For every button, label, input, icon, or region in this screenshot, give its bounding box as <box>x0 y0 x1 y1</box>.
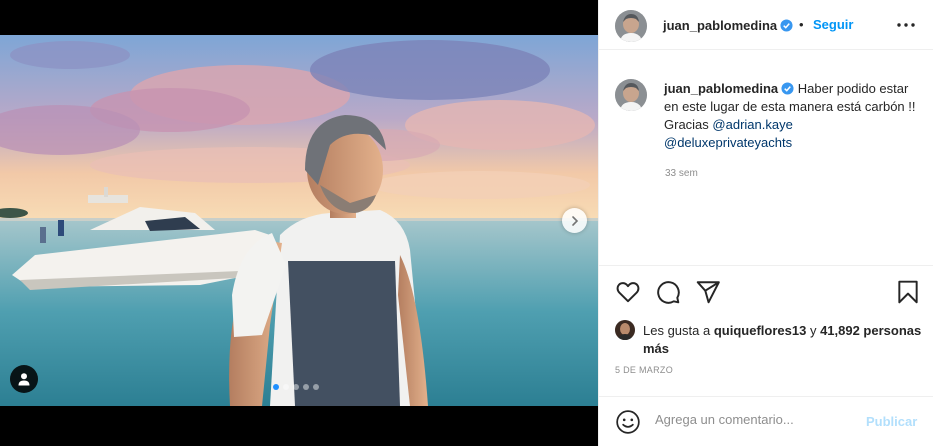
heart-icon <box>616 282 640 303</box>
caption-mention[interactable]: @adrian.kaye <box>712 117 792 132</box>
emoji-icon <box>616 410 640 434</box>
follow-button[interactable]: Seguir <box>813 17 853 32</box>
post-sidebar: juan_pablomedina • Seguir juan_pablomedi… <box>598 0 933 446</box>
photo-illustration <box>0 35 598 406</box>
instagram-post: juan_pablomedina • Seguir juan_pablomedi… <box>0 0 933 446</box>
comment-button[interactable] <box>655 279 681 305</box>
save-button[interactable] <box>895 279 921 305</box>
likes-prefix: Les gusta a <box>643 323 711 338</box>
avatar-image <box>615 320 635 340</box>
carousel-dot <box>273 384 279 390</box>
likes-summary: Les gusta a quiqueflores13 y 41,892 pers… <box>643 322 923 358</box>
carousel-indicator <box>273 384 319 390</box>
caption-username[interactable]: juan_pablomedina <box>664 81 778 96</box>
carousel-dot <box>303 384 309 390</box>
next-photo-button[interactable] <box>562 208 587 233</box>
caption-author-avatar[interactable] <box>615 79 647 111</box>
publish-button[interactable]: Publicar <box>866 414 917 429</box>
emoji-button[interactable] <box>615 409 641 435</box>
caption-timestamp[interactable]: 33 sem <box>665 168 698 179</box>
liker-avatar[interactable] <box>615 320 635 340</box>
action-bar <box>599 265 933 320</box>
header-separator: • <box>799 17 804 32</box>
post-caption: juan_pablomedina Haber podido estar en e… <box>664 80 919 152</box>
post-photo[interactable] <box>0 35 598 406</box>
avatar-image <box>615 10 647 42</box>
post-header: juan_pablomedina • Seguir <box>599 0 933 50</box>
author-avatar[interactable] <box>615 10 647 42</box>
caption-mention[interactable]: @deluxeprivateyachts <box>664 135 792 150</box>
comment-composer: Publicar <box>599 396 933 446</box>
user-tag-icon <box>18 373 30 386</box>
post-date[interactable]: 5 DE MARZO <box>615 365 673 375</box>
carousel-dot <box>313 384 319 390</box>
carousel-dot <box>293 384 299 390</box>
like-button[interactable] <box>615 279 641 305</box>
avatar-image <box>615 79 647 111</box>
comment-icon <box>657 281 680 304</box>
more-options-icon <box>897 23 915 27</box>
verified-badge-icon <box>781 82 794 95</box>
likes-joiner: y <box>809 323 817 338</box>
verified-badge-icon <box>780 19 793 32</box>
post-media <box>0 0 598 446</box>
comment-input[interactable] <box>655 412 855 427</box>
carousel-dot <box>283 384 289 390</box>
chevron-right-icon <box>571 215 578 226</box>
paper-plane-icon <box>696 281 720 304</box>
author-name-row: juan_pablomedina <box>663 17 793 35</box>
liker-username[interactable]: quiqueflores13 <box>714 323 806 338</box>
author-username[interactable]: juan_pablomedina <box>663 18 777 33</box>
share-button[interactable] <box>695 279 721 305</box>
bookmark-icon <box>898 280 918 304</box>
tagged-users-button[interactable] <box>10 365 38 393</box>
more-options-button[interactable] <box>895 16 917 34</box>
